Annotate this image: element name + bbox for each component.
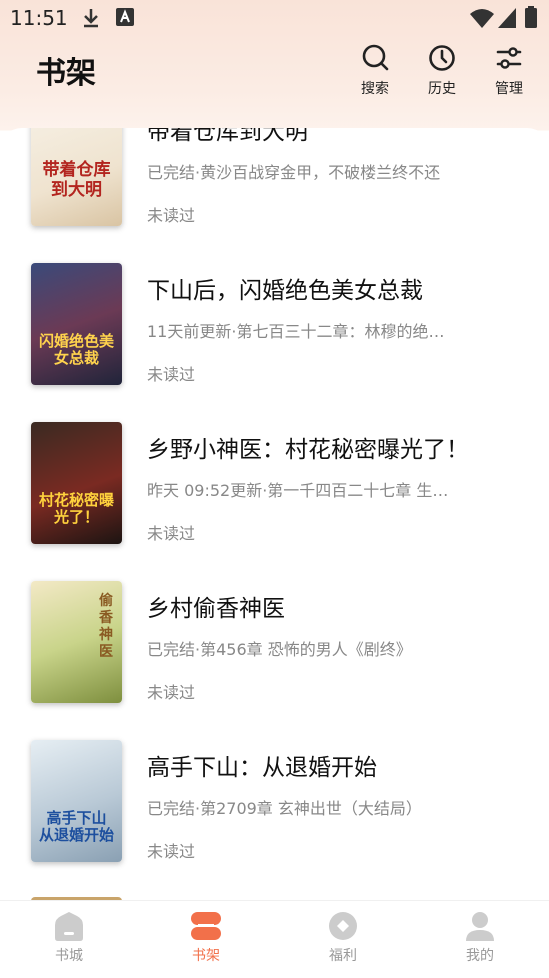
nav-mine[interactable]: 我的	[440, 911, 520, 965]
book-title: 下山后，闪婚绝色美女总裁	[147, 278, 423, 304]
book-cover: 带着仓库到大明	[31, 128, 122, 226]
manage-button[interactable]: 管理	[479, 44, 539, 98]
page-title: 书架	[36, 56, 96, 91]
book-item[interactable]: 高手下山 从退婚开始 高手下山：从退婚开始 已完结·第2709章 玄神出世（大结…	[0, 740, 549, 870]
book-item[interactable]: 村花秘密曝光了！ 乡野小神医：村花秘密曝光了！ 昨天 09:52更新·第一千四百…	[0, 422, 549, 552]
search-icon	[362, 44, 389, 71]
battery-icon	[525, 6, 537, 28]
book-cover-title: 高手下山 从退婚开始	[38, 809, 114, 844]
bottom-nav: 书城 书架 福利 我的	[0, 900, 549, 978]
user-icon	[466, 912, 494, 941]
book-cover: 闪婚绝色美女总裁	[31, 263, 122, 385]
book-item[interactable]: 偷香神医 乡村偷香神医 已完结·第456章 恐怖的男人《剧终》 未读过	[0, 581, 549, 711]
book-cover: 高手下山 从退婚开始	[31, 740, 122, 862]
book-cover-title: 偷香神医	[99, 593, 113, 660]
manage-label: 管理	[495, 81, 523, 97]
nav-bookshelf[interactable]: 书架	[166, 911, 246, 965]
book-read-status: 未读过	[147, 842, 196, 861]
book-read-status: 未读过	[147, 683, 196, 702]
book-cover-title: 村花秘密曝光了！	[38, 491, 114, 526]
nav-label: 我的	[466, 948, 494, 964]
book-read-status: 未读过	[147, 206, 196, 225]
status-bar: 11:51	[0, 0, 549, 36]
nav-label: 福利	[329, 948, 357, 964]
search-label: 搜索	[361, 81, 389, 97]
book-title: 乡村偷香神医	[147, 596, 285, 622]
book-update: 已完结·第2709章 玄神出世（大结局）	[147, 799, 422, 818]
bookshelf-list: 带着仓库到大明 带着仓库到大明 已完结·黄沙百战穿金甲，不破楼兰终不还 未读过 …	[0, 128, 549, 900]
nav-label: 书架	[192, 948, 220, 964]
header: 书架 搜索 历史 管理	[0, 36, 549, 130]
history-label: 历史	[428, 81, 456, 97]
nav-welfare[interactable]: 福利	[303, 911, 383, 965]
book-update: 已完结·第456章 恐怖的男人《剧终》	[147, 640, 412, 659]
gift-icon	[329, 912, 357, 940]
book-title: 乡野小神医：村花秘密曝光了！	[147, 437, 469, 463]
sliders-icon	[496, 47, 522, 69]
book-item[interactable]: 带着仓库到大明 带着仓库到大明 已完结·黄沙百战穿金甲，不破楼兰终不还 未读过	[0, 128, 549, 234]
app-notification-icon	[116, 8, 134, 26]
book-cover: 村花秘密曝光了！	[31, 422, 122, 544]
book-read-status: 未读过	[147, 524, 196, 543]
history-button[interactable]: 历史	[412, 44, 472, 98]
home-icon	[55, 912, 83, 941]
nav-label: 书城	[55, 948, 83, 964]
book-cover-title: 闪婚绝色美女总裁	[38, 332, 114, 367]
book-cover: 偷香神医	[31, 581, 122, 703]
book-update: 昨天 09:52更新·第一千四百二十七章 生…	[147, 481, 449, 500]
bookshelf-icon	[191, 912, 221, 940]
clock-icon	[429, 45, 455, 71]
search-button[interactable]: 搜索	[345, 44, 405, 98]
status-time: 11:51	[10, 6, 68, 30]
book-item[interactable]: 闪婚绝色美女总裁 下山后，闪婚绝色美女总裁 11天前更新·第七百三十二章：林穆的…	[0, 263, 549, 393]
book-title: 高手下山：从退婚开始	[147, 755, 377, 781]
book-update: 11天前更新·第七百三十二章：林穆的绝…	[147, 322, 445, 341]
book-cover-title: 带着仓库到大明	[42, 160, 111, 200]
wifi-icon	[470, 9, 494, 28]
book-update: 已完结·黄沙百战穿金甲，不破楼兰终不还	[147, 163, 441, 182]
download-icon	[84, 9, 98, 28]
signal-icon	[498, 8, 516, 28]
nav-bookstore[interactable]: 书城	[29, 911, 109, 965]
book-title: 带着仓库到大明	[147, 128, 308, 145]
book-read-status: 未读过	[147, 365, 196, 384]
